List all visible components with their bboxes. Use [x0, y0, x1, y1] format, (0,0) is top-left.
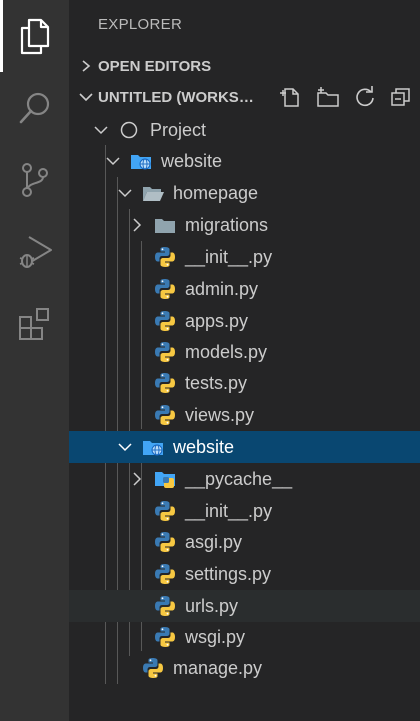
tree-item-file[interactable]: views.py — [69, 399, 420, 431]
run-debug-button[interactable] — [0, 216, 69, 288]
chevron-down-icon — [117, 177, 133, 209]
tree-item-website-package[interactable]: website — [69, 431, 420, 463]
tree-item-label: manage.py — [173, 657, 263, 678]
tree-item-file[interactable]: manage.py — [69, 652, 420, 684]
tree-item-file[interactable]: tests.py — [69, 367, 420, 399]
chevron-down-icon — [76, 91, 96, 103]
circle-icon — [118, 114, 140, 146]
tree-item-label: __init__.py — [185, 500, 273, 521]
python-icon — [154, 336, 176, 368]
tree-item-label: apps.py — [185, 310, 249, 331]
python-icon — [154, 558, 176, 590]
chevron-down-icon — [105, 145, 121, 177]
chevron-right-icon — [129, 463, 145, 495]
chevron-right-icon — [76, 60, 96, 72]
collapse-all-icon[interactable] — [390, 86, 412, 108]
tree-item-label: migrations — [185, 214, 269, 235]
workspace-label: UNTITLED (WORKSPACE) — [98, 88, 258, 106]
vscode-window: EXPLORER OPEN EDITORS UNTITLED (WORKSPAC… — [0, 0, 420, 721]
web-folder-icon — [142, 431, 164, 463]
chevron-right-icon — [129, 209, 145, 241]
tree-item-label: urls.py — [185, 595, 239, 616]
explorer-button[interactable] — [0, 0, 69, 72]
chevron-down-icon — [117, 431, 133, 463]
chevron-down-icon — [93, 114, 109, 146]
tree-item-file[interactable]: settings.py — [69, 558, 420, 590]
tree-item-file[interactable]: __init__.py — [69, 495, 420, 527]
python-icon — [154, 590, 176, 622]
tree-item-label: models.py — [185, 341, 268, 362]
open-editors-header[interactable]: OPEN EDITORS — [69, 51, 420, 81]
tree-item-file[interactable]: admin.py — [69, 273, 420, 305]
tree-item-label: website — [173, 436, 235, 457]
extensions-icon — [17, 306, 53, 342]
refresh-icon[interactable] — [354, 86, 376, 108]
tree-item-label: __pycache__ — [185, 468, 293, 489]
source-control-button[interactable] — [0, 144, 69, 216]
search-button[interactable] — [0, 72, 69, 144]
python-icon — [154, 305, 176, 337]
tree-item-website-root[interactable]: website — [69, 145, 420, 177]
source-control-icon — [20, 162, 50, 198]
tree-item-file[interactable]: urls.py — [69, 590, 420, 622]
open-editors-label: OPEN EDITORS — [98, 57, 212, 75]
tree-item-label: wsgi.py — [185, 626, 246, 647]
tree-item-label: __init__.py — [185, 246, 273, 267]
tree-item-migrations[interactable]: migrations — [69, 209, 420, 241]
tree-item-label: asgi.py — [185, 531, 243, 552]
tree-item-project[interactable]: Project — [69, 114, 420, 146]
workspace-header[interactable]: UNTITLED (WORKSPACE) — [69, 82, 420, 112]
web-folder-icon — [130, 145, 152, 177]
folder-open-icon — [142, 177, 164, 209]
new-file-icon[interactable] — [280, 86, 302, 108]
python-folder-icon — [154, 463, 176, 495]
tree-item-file[interactable]: __init__.py — [69, 241, 420, 273]
tree-item-label: Project — [150, 119, 207, 140]
new-folder-icon[interactable] — [316, 86, 340, 108]
files-icon — [19, 17, 51, 55]
run-debug-icon — [17, 234, 53, 270]
python-icon — [142, 652, 164, 684]
tree-item-label: homepage — [173, 182, 259, 203]
tree-item-file[interactable]: models.py — [69, 336, 420, 368]
search-icon — [18, 91, 52, 125]
python-icon — [154, 273, 176, 305]
tree-item-label: website — [161, 150, 223, 171]
explorer-sidebar: EXPLORER OPEN EDITORS UNTITLED (WORKSPAC… — [69, 0, 420, 721]
tree-item-pycache[interactable]: __pycache__ — [69, 463, 420, 495]
tree-item-file[interactable]: wsgi.py — [69, 621, 420, 653]
tree-item-file[interactable]: asgi.py — [69, 526, 420, 558]
tree-item-label: admin.py — [185, 278, 259, 299]
tree-item-homepage[interactable]: homepage — [69, 177, 420, 209]
tree-item-label: settings.py — [185, 563, 272, 584]
workspace-actions — [280, 82, 412, 112]
folder-icon — [154, 209, 176, 241]
extensions-button[interactable] — [0, 288, 69, 360]
python-icon — [154, 241, 176, 273]
python-icon — [154, 526, 176, 558]
sidebar-title: EXPLORER — [98, 16, 183, 33]
python-icon — [154, 621, 176, 653]
tree-item-label: views.py — [185, 404, 255, 425]
tree-item-label: tests.py — [185, 372, 248, 393]
python-icon — [154, 367, 176, 399]
tree-item-file[interactable]: apps.py — [69, 305, 420, 337]
python-icon — [154, 399, 176, 431]
activity-bar — [0, 0, 69, 721]
python-icon — [154, 495, 176, 527]
